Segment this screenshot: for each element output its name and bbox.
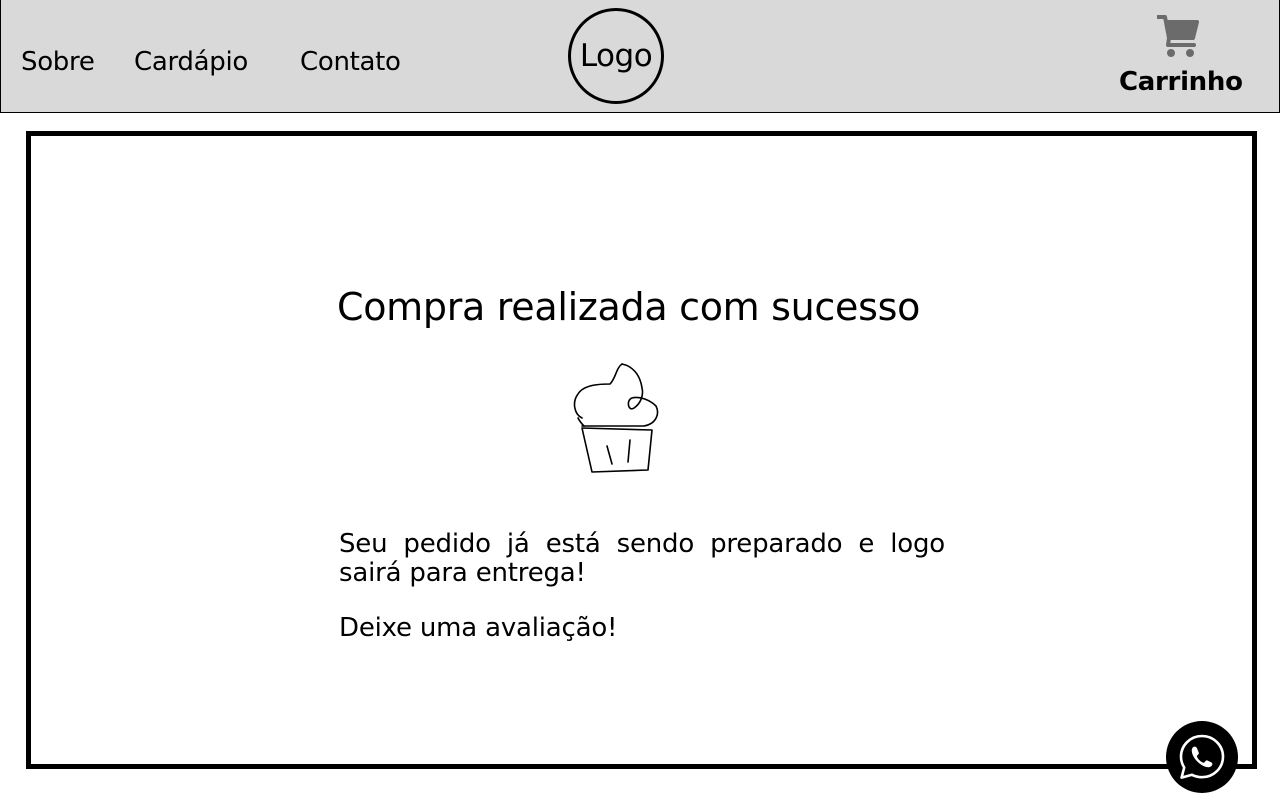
logo-text: Logo <box>579 38 653 74</box>
nav-link-sobre[interactable]: Sobre <box>21 46 95 78</box>
whatsapp-button[interactable] <box>1166 721 1238 793</box>
leave-review-link[interactable]: Deixe uma avaliação! <box>339 612 617 644</box>
order-message: Seu pedido já está sendo preparado e log… <box>339 529 945 588</box>
cupcake-icon <box>573 363 659 473</box>
top-header: Sobre Cardápio Contato Logo Carrinho <box>0 0 1280 113</box>
cart-button[interactable]: Carrinho <box>1111 10 1245 102</box>
page: Sobre Cardápio Contato Logo Carrinho Com… <box>0 0 1280 800</box>
whatsapp-icon <box>1179 734 1225 779</box>
nav-link-cardapio[interactable]: Cardápio <box>134 46 248 78</box>
logo[interactable]: Logo <box>568 8 664 104</box>
page-title: Compra realizada com sucesso <box>337 285 921 329</box>
cart-label: Carrinho <box>1119 67 1243 97</box>
shopping-cart-icon <box>1157 15 1199 57</box>
nav-link-contato[interactable]: Contato <box>300 46 401 78</box>
